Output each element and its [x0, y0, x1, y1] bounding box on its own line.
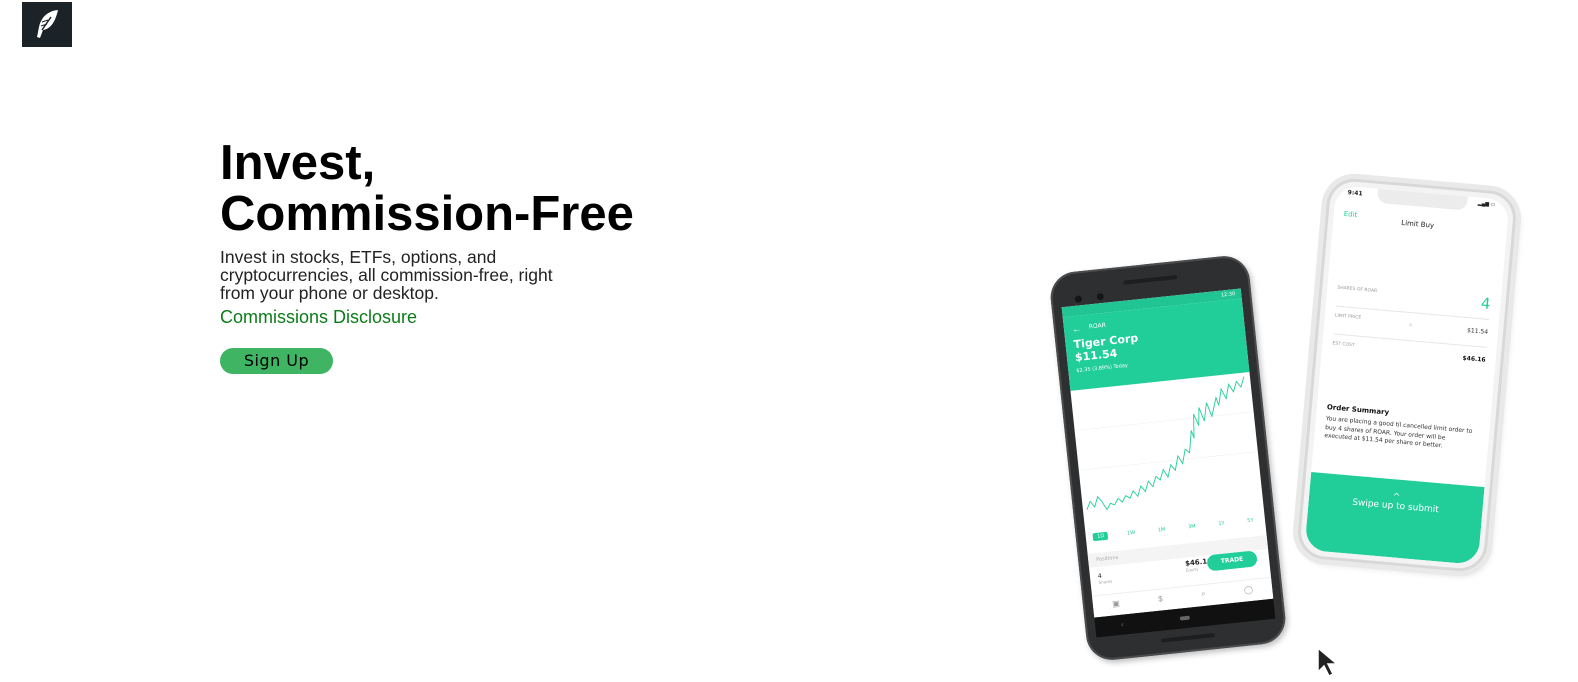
phone-speaker-bottom: [1160, 633, 1215, 643]
signal-battery-icon: ▂▄▆ ▭: [1477, 200, 1496, 209]
stock-change: $2.35 (3.89%) Today: [1076, 362, 1129, 375]
hero-section: Invest, Commission-Free Invest in stocks…: [220, 138, 820, 328]
shares-cell: 4 Shares: [1098, 572, 1113, 585]
hero-title: Invest, Commission-Free: [220, 138, 820, 240]
shares-label: Shares: [1098, 578, 1113, 585]
limit-price-label: LIMIT PRICE: [1334, 313, 1362, 321]
iphone-notch: [1376, 188, 1468, 211]
shares-field-value: 4: [1480, 294, 1492, 313]
est-cost-value: $46.16: [1462, 354, 1486, 364]
range-1y[interactable]: 1Y: [1214, 519, 1229, 528]
sensor-icon: [1096, 292, 1105, 301]
commissions-disclosure-link[interactable]: Commissions Disclosure: [220, 307, 417, 328]
iphone-time: 9:41: [1347, 189, 1363, 198]
order-title: Limit Buy: [1400, 218, 1435, 230]
home-logo-link[interactable]: [22, 2, 72, 47]
page: Invest, Commission-Free Invest in stocks…: [0, 0, 1578, 682]
swipe-to-submit[interactable]: ^ Swipe up to submit: [1304, 472, 1485, 565]
android-back-icon[interactable]: ‹: [1121, 621, 1124, 628]
iphone-mockup: 9:41 ▂▄▆ ▭ Edit Limit Buy SHARES OF ROAR…: [1295, 176, 1519, 574]
est-cost-label: EST COST: [1332, 341, 1355, 349]
phone-speaker: [1123, 275, 1178, 285]
order-summary-text: You are placing a good til cancelled lim…: [1324, 415, 1473, 450]
shares-field-label: SHARES OF ROAR: [1337, 285, 1378, 295]
android-screen: 12:30 ← ROAR Tiger Corp $11.54 $2.35 (3.…: [1061, 288, 1274, 618]
camera-icon: [1074, 295, 1083, 303]
sign-up-button[interactable]: Sign Up: [220, 348, 333, 374]
iphone-screen: 9:41 ▂▄▆ ▭ Edit Limit Buy SHARES OF ROAR…: [1304, 185, 1510, 565]
range-3m[interactable]: 3M: [1184, 522, 1200, 532]
android-home-icon[interactable]: [1179, 615, 1191, 621]
chart-gridline: [1074, 411, 1254, 431]
hero-title-line1: Invest,: [220, 136, 376, 190]
dollar-icon[interactable]: $: [1158, 594, 1163, 603]
portfolio-icon[interactable]: ▣: [1112, 598, 1120, 608]
range-1d[interactable]: 1D: [1092, 531, 1109, 542]
account-icon[interactable]: ◯: [1243, 584, 1253, 594]
chart-gridline: [1078, 451, 1258, 471]
hero-subtitle: Invest in stocks, ETFs, options, and cry…: [220, 247, 553, 303]
price-line: [1086, 376, 1245, 511]
range-5y[interactable]: 5Y: [1243, 516, 1258, 525]
stock-chart: [1074, 376, 1258, 511]
edit-button[interactable]: Edit: [1343, 210, 1357, 219]
range-1w[interactable]: 1W: [1123, 528, 1140, 538]
mouse-cursor-icon: [1317, 646, 1340, 678]
back-arrow-icon: ←: [1071, 323, 1082, 335]
stock-symbol: ROAR: [1088, 321, 1107, 331]
search-icon[interactable]: ⌕: [1200, 589, 1206, 599]
feather-icon: [37, 9, 58, 38]
limit-price-value: $11.54: [1466, 327, 1489, 336]
order-summary-title: Order Summary: [1326, 403, 1390, 417]
range-1m[interactable]: 1M: [1153, 525, 1169, 535]
clear-icon[interactable]: ×: [1408, 322, 1413, 329]
android-phone-mockup: 12:30 ← ROAR Tiger Corp $11.54 $2.35 (3.…: [1048, 253, 1288, 663]
hero-title-line2: Commission-Free: [220, 187, 634, 241]
